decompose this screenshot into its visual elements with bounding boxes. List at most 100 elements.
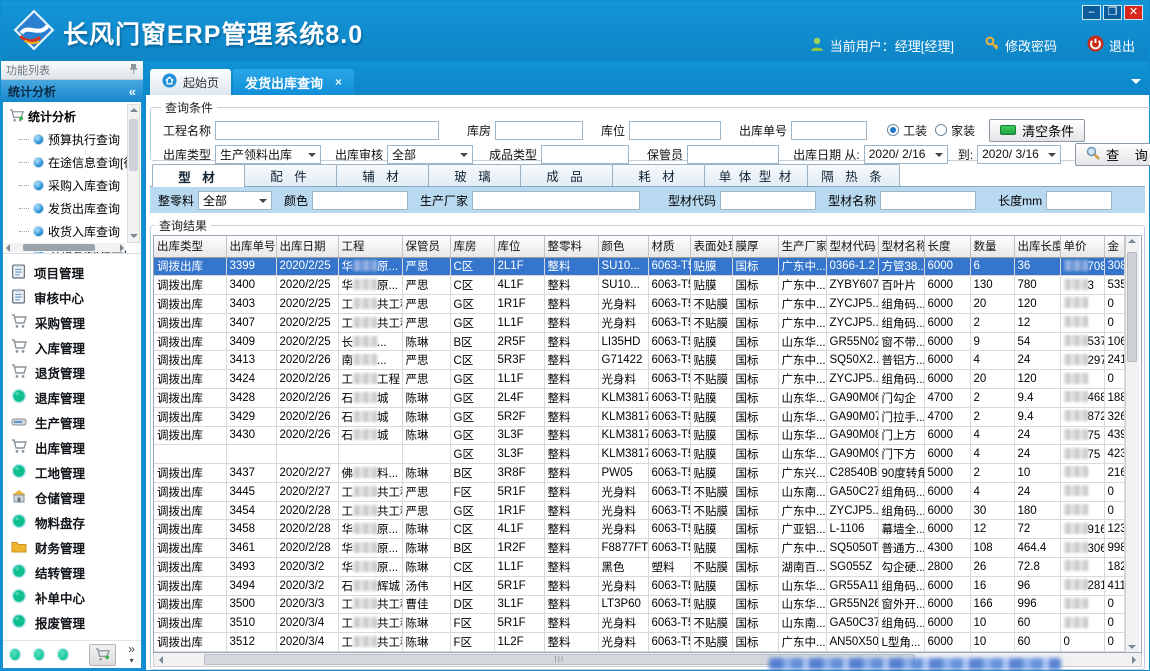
tree-item-budget-exec-query[interactable]: 预算执行查询 <box>9 128 141 151</box>
tree-item-receiving-inbound-query[interactable]: 收货入库查询 <box>9 220 141 243</box>
whole-part-select[interactable]: 全部 <box>198 191 272 210</box>
tree-vertical-scrollbar[interactable] <box>127 104 140 243</box>
table-row[interactable]: 调拨出库34292020/2/26石城陈琳G区5R2F整料KLM38176063… <box>154 407 1124 426</box>
table-row[interactable]: 调拨出库34282020/2/26石城陈琳G区2L4F整料KLM38176063… <box>154 388 1124 407</box>
clear-conditions-button[interactable]: 清空条件 <box>989 119 1085 142</box>
table-row[interactable]: 调拨出库35122020/3/4工共工程陈琳F区1L2F整料光身料6063-T5… <box>154 633 1124 652</box>
column-header[interactable]: 金 <box>1104 236 1124 257</box>
sidebar-item-finance[interactable]: 财务管理 <box>11 535 141 560</box>
sidebar-item-returns[interactable]: 退货管理 <box>11 360 141 385</box>
project-name-input[interactable] <box>215 121 439 140</box>
material-tab-4[interactable]: 成 品 <box>520 164 613 186</box>
product-type-input[interactable] <box>541 145 629 164</box>
sidebar-item-production[interactable]: 生产管理 <box>11 410 141 435</box>
manufacturer-input[interactable] <box>472 191 640 210</box>
column-header[interactable]: 出库长度 <box>1014 236 1060 257</box>
sidebar-item-warehouse[interactable]: 仓储管理 <box>11 485 141 510</box>
radio-gongzhuang[interactable]: 工装 <box>887 122 927 139</box>
footer-dot-icon[interactable] <box>9 648 21 661</box>
sidebar-item-carryover[interactable]: 结转管理 <box>11 560 141 585</box>
color-input[interactable] <box>312 191 408 210</box>
column-header[interactable]: 型材代码 <box>826 236 878 257</box>
table-row[interactable]: 调拨出库34032020/2/25工共工程严思G区1R1F整料光身料6063-T… <box>154 295 1124 314</box>
table-row[interactable]: 调拨出库34932020/3/2华原...陈琳C区1L1F整料黑色塑料不贴膜国标… <box>154 558 1124 577</box>
table-row[interactable]: 调拨出库34242020/2/26工工程严思G区1L1F整料光身料6063-T5… <box>154 370 1124 389</box>
column-header[interactable]: 保管员 <box>402 236 450 257</box>
table-row[interactable]: G区3L3F整料KLM38176063-T5贴膜国标山东华...GA90M09.… <box>154 445 1124 464</box>
change-password-button[interactable]: 修改密码 <box>984 36 1057 55</box>
scroll-up-icon[interactable] <box>1128 239 1136 243</box>
footer-dot-icon[interactable] <box>57 648 69 661</box>
tree-horizontal-scrollbar[interactable] <box>5 243 125 252</box>
material-tab-2[interactable]: 辅 材 <box>336 164 429 186</box>
logout-button[interactable]: 退出 <box>1087 35 1135 55</box>
material-tab-3[interactable]: 玻 璃 <box>428 164 521 186</box>
minimize-button[interactable]: – <box>1082 5 1101 20</box>
sidebar-item-audit[interactable]: 审核中心 <box>11 285 141 310</box>
collapse-icon[interactable]: « <box>129 84 136 99</box>
close-button[interactable]: ✕ <box>1124 5 1143 20</box>
pin-icon[interactable] <box>129 63 138 77</box>
tree-root[interactable]: 统计分析 <box>9 105 141 128</box>
sidebar-item-inventory[interactable]: 物料盘存 <box>11 510 141 535</box>
column-header[interactable]: 表面处理 <box>690 236 732 257</box>
profile-code-input[interactable] <box>720 191 816 210</box>
date-to-select[interactable]: 2020/ 3/16 <box>977 145 1061 164</box>
material-tab-5[interactable]: 耗 材 <box>612 164 705 186</box>
maximize-button[interactable]: ❐ <box>1103 5 1122 20</box>
search-button[interactable]: 查 询 <box>1075 143 1150 166</box>
tree-item-transit-info-query[interactable]: 在途信息查询[待 <box>9 151 141 174</box>
column-header[interactable]: 膜厚 <box>732 236 778 257</box>
table-vertical-scrollbar[interactable] <box>1125 236 1139 652</box>
material-tab-7[interactable]: 隔 热 条 <box>807 164 900 186</box>
table-row[interactable]: 调拨出库35002020/3/3工共工程曹佳D区3L1F整料LT3P606063… <box>154 595 1124 614</box>
sidebar-item-site[interactable]: 工地管理 <box>11 460 141 485</box>
radio-jiazhuang[interactable]: 家装 <box>935 122 975 139</box>
length-input[interactable] <box>1046 191 1112 210</box>
column-header[interactable]: 出库日期 <box>276 236 338 257</box>
table-row[interactable]: 调拨出库35102020/3/4工共工程陈琳F区5R1F整料光身料6063-T5… <box>154 614 1124 633</box>
table-row[interactable]: 调拨出库34582020/2/28华原...陈琳C区4L1F整料光身料6063-… <box>154 520 1124 539</box>
tab-home[interactable]: 起始页 <box>150 69 231 95</box>
material-tab-0[interactable]: 型 材 <box>152 164 245 187</box>
sidebar-item-inbound[interactable]: 入库管理 <box>11 335 141 360</box>
material-tab-1[interactable]: 配 件 <box>244 164 337 186</box>
table-row[interactable]: 调拨出库34002020/2/25华原...严思C区4L1F整料SU10...6… <box>154 276 1124 295</box>
table-row[interactable]: 调拨出库34072020/2/25工共工程严思G区1L1F整料光身料6063-T… <box>154 313 1124 332</box>
tree-item-purchase-inbound-query[interactable]: 采购入库查询 <box>9 174 141 197</box>
tab-shipping-outbound-query[interactable]: 发货出库查询 × <box>233 69 354 95</box>
outbound-no-input[interactable] <box>791 121 867 140</box>
column-header[interactable]: 库房 <box>450 236 494 257</box>
outbound-audit-select[interactable]: 全部 <box>387 145 473 164</box>
sidebar-item-return-store[interactable]: 退库管理 <box>11 385 141 410</box>
column-header[interactable]: 出库单号 <box>226 236 276 257</box>
table-row[interactable]: 调拨出库34372020/2/27佛料...陈琳B区3R8F整料PW056063… <box>154 464 1124 483</box>
footer-cart-button[interactable] <box>89 644 116 666</box>
sidebar-section-header[interactable]: 统计分析 « <box>1 80 143 102</box>
column-header[interactable]: 颜色 <box>598 236 648 257</box>
tab-close-icon[interactable]: × <box>335 75 342 89</box>
sidebar-item-outbound[interactable]: 出库管理 <box>11 435 141 460</box>
sidebar-item-project[interactable]: 项目管理 <box>11 260 141 285</box>
table-row[interactable]: 调拨出库34302020/2/26石城陈琳G区3L3F整料KLM38176063… <box>154 426 1124 445</box>
column-header[interactable]: 材质 <box>648 236 690 257</box>
footer-overflow-button[interactable]: »▾ <box>128 645 135 664</box>
table-row[interactable]: 调拨出库34542020/2/28工共工程严思G区1R1F整料光身料6063-T… <box>154 501 1124 520</box>
footer-dot-icon[interactable] <box>33 648 45 661</box>
tab-list-dropdown-icon[interactable] <box>1131 79 1141 89</box>
material-tab-6[interactable]: 单 体 型 材 <box>704 164 808 186</box>
column-header[interactable]: 工程 <box>338 236 402 257</box>
sidebar-item-supplement[interactable]: 补单中心 <box>11 585 141 610</box>
date-from-select[interactable]: 2020/ 2/16 <box>864 145 948 164</box>
column-header[interactable]: 单价 <box>1060 236 1104 257</box>
column-header[interactable]: 生产厂家 <box>778 236 826 257</box>
table-row[interactable]: 调拨出库34942020/3/2石辉城汤伟H区5R1F整料光身料6063-T5贴… <box>154 576 1124 595</box>
column-header[interactable]: 整零料 <box>544 236 598 257</box>
location-input[interactable] <box>629 121 721 140</box>
table-row[interactable]: 调拨出库34452020/2/27工共工程严思F区5R1F整料光身料6063-T… <box>154 482 1124 501</box>
warehouse-input[interactable] <box>495 121 583 140</box>
column-header[interactable]: 数量 <box>970 236 1014 257</box>
sidebar-item-purchase[interactable]: 采购管理 <box>11 310 141 335</box>
profile-name-input[interactable] <box>880 191 976 210</box>
sidebar-item-scrap[interactable]: 报废管理 <box>11 610 141 635</box>
